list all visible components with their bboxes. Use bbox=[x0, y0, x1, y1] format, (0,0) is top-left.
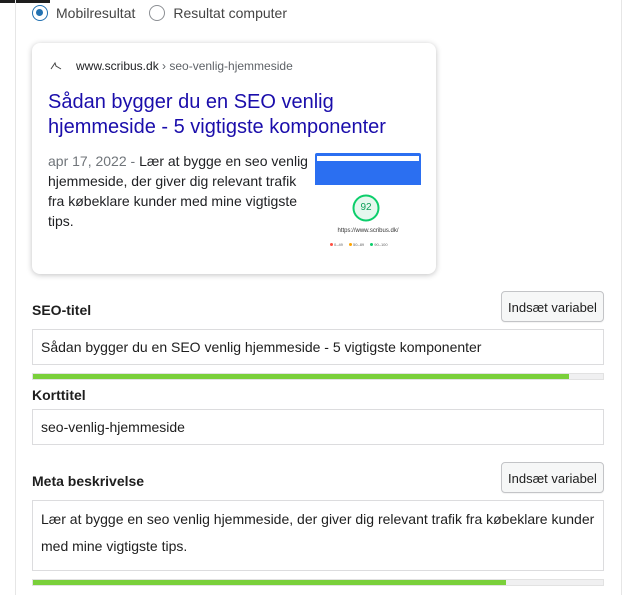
slug-input[interactable]: seo-venlig-hjemmeside bbox=[32, 409, 604, 445]
legend-low: 0–49 bbox=[334, 242, 343, 247]
radio-mobile-result[interactable]: Mobilresultat bbox=[32, 5, 135, 21]
seo-title-progress-fill bbox=[33, 374, 569, 379]
serp-date: apr 17, 2022 bbox=[48, 153, 127, 169]
slug-label: Korttitel bbox=[32, 387, 86, 403]
radio-desktop-result[interactable]: Resultat computer bbox=[149, 5, 287, 21]
corner-mark bbox=[0, 0, 50, 3]
meta-description-progress-fill bbox=[33, 580, 507, 585]
serp-url: www.scribus.dk › seo-venlig-hjemmeside bbox=[76, 59, 293, 73]
seo-title-insert-variable-button[interactable]: Indsæt variabel bbox=[501, 291, 604, 322]
meta-description-insert-variable-button[interactable]: Indsæt variabel bbox=[501, 462, 604, 493]
meta-description-label: Meta beskrivelse bbox=[32, 473, 145, 489]
serp-date-separator: - bbox=[126, 153, 140, 169]
site-favicon-icon bbox=[49, 61, 63, 71]
seo-title-input[interactable]: Sådan bygger du en SEO venlig hjemmeside… bbox=[32, 329, 604, 365]
serp-domain: www.scribus.dk bbox=[76, 59, 159, 73]
thumbnail-score: 92 bbox=[360, 202, 372, 213]
serp-snippet: apr 17, 2022 - Lær at bygge en seo venli… bbox=[48, 151, 310, 231]
legend-high: 90–100 bbox=[374, 242, 388, 247]
panel-border-left bbox=[15, 0, 16, 595]
thumbnail-header-bar bbox=[315, 153, 421, 185]
radio-button-checked[interactable] bbox=[32, 5, 48, 21]
meta-description-textarea[interactable]: Lær at bygge en seo venlig hjemmeside, d… bbox=[32, 500, 604, 571]
thumbnail-url: https://www.scribus.dk/ bbox=[337, 228, 399, 234]
radio-button-unchecked[interactable] bbox=[149, 5, 166, 21]
legend-mid: 50–89 bbox=[353, 242, 365, 247]
seo-title-progress-bar bbox=[32, 373, 604, 380]
seo-title-label: SEO-titel bbox=[32, 302, 92, 318]
serp-thumbnail: 92 https://www.scribus.dk/ 0–49 50–89 90… bbox=[315, 153, 421, 254]
panel-border-right bbox=[621, 0, 622, 595]
preview-mode-radio-group: Mobilresultat Resultat computer bbox=[32, 5, 301, 21]
serp-breadcrumb: › seo-venlig-hjemmeside bbox=[158, 59, 293, 73]
thumbnail-legend: 0–49 50–89 90–100 bbox=[325, 242, 415, 248]
radio-desktop-label: Resultat computer bbox=[173, 5, 287, 21]
meta-description-progress-bar bbox=[32, 579, 604, 586]
serp-title-link[interactable]: Sådan bygger du en SEO venlig hjemmeside… bbox=[48, 90, 418, 140]
radio-mobile-label: Mobilresultat bbox=[56, 5, 136, 21]
serp-preview-card: www.scribus.dk › seo-venlig-hjemmeside S… bbox=[32, 43, 436, 274]
